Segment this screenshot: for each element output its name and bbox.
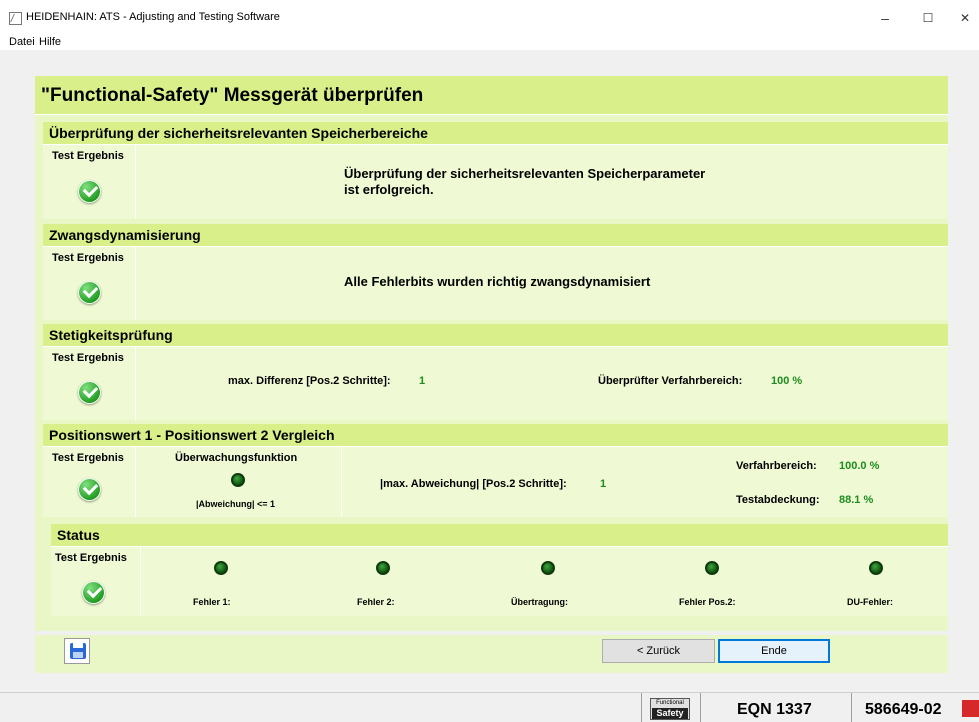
fehler-pos2-led-icon [705, 561, 719, 575]
device-name: EQN 1337 [737, 701, 812, 718]
serial-number: 586649-02 [865, 701, 942, 718]
functional-safety-logo: Functional Safety [650, 698, 690, 720]
test-result-cell: Test Ergebnis [43, 347, 136, 420]
travel-range-label: Verfahrbereich: [736, 460, 817, 472]
test-coverage-label: Testabdeckung: [736, 494, 820, 506]
success-check-icon [78, 381, 101, 404]
fehler2-led-icon [376, 561, 390, 575]
menu-bar: Datei Hilfe [0, 34, 979, 50]
logo-bottom-text: Safety [652, 708, 688, 719]
section-dynamization-title: Zwangsdynamisierung [49, 227, 201, 243]
section-continuity-header: Stetigkeitsprüfung [43, 324, 948, 347]
close-button[interactable]: ✕ [950, 8, 979, 28]
title-bar: HEIDENHAIN: ATS - Adjusting and Testing … [0, 0, 979, 34]
checked-range-label: Überprüfter Verfahrbereich: [598, 375, 743, 387]
test-result-cell: Test Ergebnis [51, 547, 141, 616]
test-result-cell: Test Ergebnis [43, 447, 136, 517]
monitoring-cell: Überwachungsfunktion |Abweichung| <= 1 [135, 447, 342, 517]
max-difference-value: 1 [419, 375, 426, 387]
checked-range-value: 100 % [771, 375, 803, 387]
status-divider [700, 693, 701, 722]
section-status-body: Test Ergebnis Fehler 1: Fehler 2: Übertr… [51, 547, 948, 616]
memory-message-line1: Überprüfung der sicherheitsrelevanten Sp… [344, 166, 706, 181]
success-check-icon [78, 478, 101, 501]
section-dynamization-header: Zwangsdynamisierung [43, 224, 948, 247]
section-memory-header: Überprüfung der sicherheitsrelevanten Sp… [43, 122, 948, 145]
dynamization-message: Alle Fehlerbits wurden richtig zwangsdyn… [344, 274, 651, 289]
transmission-label: Übertragung: [511, 597, 568, 607]
menu-datei[interactable]: Datei [9, 36, 35, 48]
test-result-label: Test Ergebnis [52, 150, 124, 162]
fehler1-label: Fehler 1: [193, 597, 231, 607]
max-deviation-label: |max. Abweichung| [Pos.2 Schritte]: [380, 478, 567, 490]
save-disk-icon [70, 643, 86, 659]
main-panel: "Functional-Safety" Messgerät überprüfen… [35, 76, 948, 631]
maximize-button[interactable]: ☐ [913, 8, 943, 28]
section-comparison-header: Positionswert 1 - Positionswert 2 Vergle… [43, 424, 948, 447]
menu-hilfe[interactable]: Hilfe [39, 36, 61, 48]
back-button[interactable]: < Zurück [602, 639, 715, 663]
success-check-icon [78, 281, 101, 304]
success-check-icon [82, 581, 105, 604]
main-header: "Functional-Safety" Messgerät überprüfen [35, 76, 948, 115]
button-bar: < Zurück Ende [35, 635, 948, 673]
window-title: HEIDENHAIN: ATS - Adjusting and Testing … [26, 11, 280, 23]
status-divider [641, 693, 642, 722]
test-result-label: Test Ergebnis [52, 352, 124, 364]
test-result-cell: Test Ergebnis [43, 247, 136, 320]
app-icon [9, 12, 22, 25]
section-status-title: Status [57, 527, 100, 543]
fehler1-led-icon [214, 561, 228, 575]
success-check-icon [78, 180, 101, 203]
section-memory-title: Überprüfung der sicherheitsrelevanten Sp… [49, 125, 428, 141]
end-button[interactable]: Ende [718, 639, 830, 663]
max-deviation-value: 1 [600, 478, 607, 490]
logo-top-text: Functional [656, 700, 684, 706]
section-comparison-body: Test Ergebnis Überwachungsfunktion |Abwe… [43, 447, 948, 517]
section-status-header: Status [51, 524, 948, 547]
status-flag-icon [962, 700, 979, 717]
transmission-led-icon [541, 561, 555, 575]
save-button[interactable] [64, 638, 90, 664]
status-bar: Functional Safety EQN 1337 586649-02 [0, 692, 979, 722]
status-divider [851, 693, 852, 722]
minimize-button[interactable]: – [870, 8, 900, 28]
test-result-label: Test Ergebnis [55, 552, 127, 564]
travel-range-value: 100.0 % [839, 460, 880, 472]
section-memory-body: Test Ergebnis Überprüfung der sicherheit… [43, 145, 948, 219]
fehler2-label: Fehler 2: [357, 597, 395, 607]
memory-message: Überprüfung der sicherheitsrelevanten Sp… [344, 166, 705, 198]
section-comparison-title: Positionswert 1 - Positionswert 2 Vergle… [49, 427, 335, 443]
memory-message-line2: ist erfolgreich. [344, 182, 434, 197]
du-fehler-led-icon [869, 561, 883, 575]
deviation-condition: |Abweichung| <= 1 [196, 499, 276, 509]
test-result-label: Test Ergebnis [52, 252, 124, 264]
test-result-label: Test Ergebnis [52, 452, 124, 464]
monitoring-label: Überwachungsfunktion [175, 452, 298, 464]
monitoring-led-icon [231, 473, 245, 487]
section-continuity-body: Test Ergebnis max. Differenz [Pos.2 Schr… [43, 347, 948, 420]
test-result-cell: Test Ergebnis [43, 145, 136, 219]
fehler-pos2-label: Fehler Pos.2: [679, 597, 736, 607]
test-coverage-value: 88.1 % [839, 494, 874, 506]
du-fehler-label: DU-Fehler: [847, 597, 894, 607]
page-title: "Functional-Safety" Messgerät überprüfen [41, 85, 424, 106]
max-difference-label: max. Differenz [Pos.2 Schritte]: [228, 375, 391, 387]
section-dynamization-body: Test Ergebnis Alle Fehlerbits wurden ric… [43, 247, 948, 320]
section-continuity-title: Stetigkeitsprüfung [49, 327, 173, 343]
